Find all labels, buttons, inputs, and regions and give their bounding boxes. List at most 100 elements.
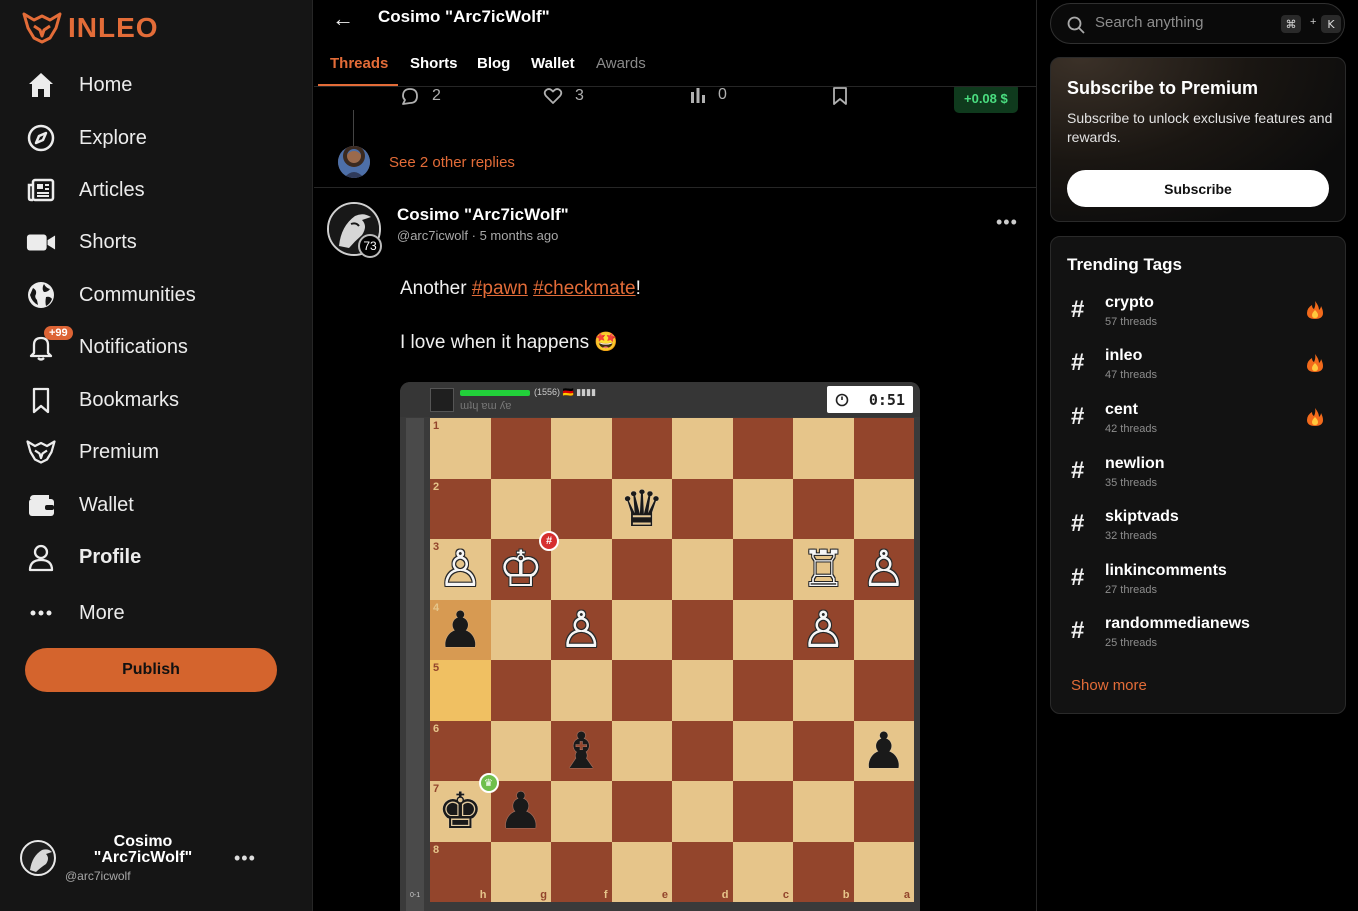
tag-thread-count: 25 threads	[1105, 637, 1157, 649]
sidebar-item-label: More	[79, 601, 125, 624]
post-text-prefix: Another	[400, 278, 472, 299]
divider	[314, 187, 1036, 188]
sidebar-item-wallet[interactable]: Wallet	[26, 485, 286, 525]
publish-button[interactable]: Publish	[25, 648, 277, 692]
sidebar-item-premium[interactable]: Premium	[26, 432, 286, 472]
wallet-icon	[26, 490, 56, 520]
board-square	[732, 781, 793, 842]
board-square: ♝	[551, 720, 612, 781]
trending-tag-item[interactable]: # newlion 35 threads	[1067, 455, 1331, 495]
subscribe-button[interactable]: Subscribe	[1067, 170, 1329, 207]
chess-piece: ♙	[437, 540, 483, 599]
globe-icon	[26, 280, 56, 310]
sidebar-item-home[interactable]: Home	[26, 65, 286, 105]
post-time: 5 months ago	[479, 228, 559, 243]
chess-piece: ♙	[800, 600, 846, 659]
trending-tag-item[interactable]: # cent 42 threads	[1067, 401, 1331, 441]
back-button[interactable]: ←	[332, 6, 354, 32]
trending-tags-card: Trending Tags # crypto 57 threads # inleo 47 …	[1050, 236, 1346, 714]
game-clock: 0:51	[827, 386, 913, 413]
hashtag-icon: #	[1071, 617, 1085, 644]
sidebar-item-profile[interactable]: Profile	[26, 537, 286, 577]
board-square	[853, 478, 914, 539]
search-input[interactable]	[1095, 14, 1265, 31]
board-square	[793, 418, 854, 479]
trending-tag-item[interactable]: # crypto 57 threads	[1067, 294, 1331, 334]
tab-threads[interactable]: Threads	[330, 55, 388, 72]
post-author[interactable]: Cosimo "Arc7icWolf"	[397, 205, 569, 225]
video-icon	[26, 227, 56, 257]
board-square	[672, 720, 733, 781]
board-square	[672, 418, 733, 479]
compass-icon	[26, 123, 56, 153]
rank-label: 4	[433, 601, 440, 614]
sidebar-item-communities[interactable]: Communities	[26, 275, 286, 315]
tab-shorts[interactable]: Shorts	[410, 55, 458, 72]
board-square: g	[490, 841, 551, 902]
comment-button[interactable]: 2	[400, 86, 441, 106]
heart-icon	[543, 88, 563, 104]
like-button[interactable]: 3	[543, 86, 584, 106]
inleo-logo[interactable]: INLEO	[22, 12, 159, 44]
premium-card: Subscribe to Premium Subscribe to unlock…	[1050, 57, 1346, 222]
board-square: ♔ #	[490, 531, 559, 600]
tab-wallet[interactable]: Wallet	[531, 55, 575, 72]
tag-name: randommedianews	[1105, 615, 1250, 632]
trending-tag-item[interactable]: # randommedianews 25 threads	[1067, 615, 1331, 655]
leo-logo-icon	[26, 437, 56, 467]
board-square	[490, 599, 551, 660]
board-square	[551, 418, 612, 479]
chess-board: 1 2 ♛ 3 ♙ ♔ # ♖ ♙ 4 ♟ ♙ ♙ 5 6 ♝ ♟ 7 ♚ ♛ ♟ 8 h g f e d c b a	[430, 418, 914, 902]
post-menu-button[interactable]: •••	[996, 212, 1018, 233]
sidebar-item-shorts[interactable]: Shorts	[26, 222, 286, 262]
tab-blog[interactable]: Blog	[477, 55, 510, 72]
account-menu-button[interactable]: •••	[234, 848, 256, 869]
views-button[interactable]: 0	[690, 86, 727, 104]
eval-bar	[406, 418, 424, 911]
trending-tag-item[interactable]: # inleo 47 threads	[1067, 347, 1331, 387]
like-count: 3	[575, 87, 584, 104]
board-square: ♛	[611, 478, 672, 539]
hashtag-link[interactable]: #pawn	[472, 278, 528, 299]
post-image[interactable]: (1556) 🇩🇪 ▮▮▮▮ ɯʇɥ ɐɯ ʎɐ 0:51 0-1 1 2 ♛ 3 ♙ ♔…	[400, 382, 920, 911]
tag-name: linkincomments	[1105, 562, 1227, 579]
sidebar-item-notifications[interactable]: +99 Notifications	[26, 326, 286, 367]
fire-icon	[1307, 353, 1323, 378]
trending-tag-item[interactable]: # skiptvads 32 threads	[1067, 508, 1331, 548]
brand-name: INLEO	[68, 12, 159, 43]
board-square: ♙	[793, 599, 854, 660]
sidebar-item-more[interactable]: More	[26, 593, 286, 633]
show-more-link[interactable]: Show more	[1071, 677, 1147, 694]
board-square	[853, 599, 914, 660]
trending-tag-item[interactable]: # linkincomments 27 threads	[1067, 562, 1331, 602]
post-meta: @arc7icwolf · 5 months ago	[397, 228, 558, 243]
board-square	[672, 539, 733, 600]
board-square	[490, 720, 551, 781]
see-replies-link[interactable]: See 2 other replies	[338, 146, 515, 178]
post-text: Another #pawn #checkmate!	[400, 278, 641, 300]
earnings-badge[interactable]: +0.08 $	[954, 83, 1018, 113]
bookmark-button[interactable]	[832, 86, 848, 106]
sidebar-item-articles[interactable]: Articles	[26, 170, 286, 210]
sidebar-item-bookmarks[interactable]: Bookmarks	[26, 380, 286, 420]
hashtag-link[interactable]: #checkmate	[533, 278, 635, 299]
board-square: 2	[430, 478, 491, 539]
tab-awards[interactable]: Awards	[596, 55, 646, 72]
sidebar-item-explore[interactable]: Explore	[26, 118, 286, 158]
board-square	[793, 781, 854, 842]
post-handle[interactable]: @arc7icwolf	[397, 228, 468, 243]
trending-title: Trending Tags	[1067, 255, 1182, 274]
tag-thread-count: 47 threads	[1105, 369, 1157, 381]
board-square	[611, 539, 672, 600]
bookmark-icon	[833, 87, 847, 105]
board-square: f	[551, 841, 612, 902]
board-square	[793, 720, 854, 781]
board-square	[490, 660, 551, 721]
account-switcher[interactable]: Cosimo "Arc7icWolf" @arc7icwolf •••	[18, 832, 288, 886]
meta-separator: ·	[471, 228, 480, 243]
board-square	[611, 781, 672, 842]
chess-piece: ♚	[437, 782, 483, 841]
board-square	[490, 418, 551, 479]
premium-description: Subscribe to unlock exclusive features a…	[1067, 110, 1333, 145]
chess-piece: ♝	[558, 721, 604, 780]
